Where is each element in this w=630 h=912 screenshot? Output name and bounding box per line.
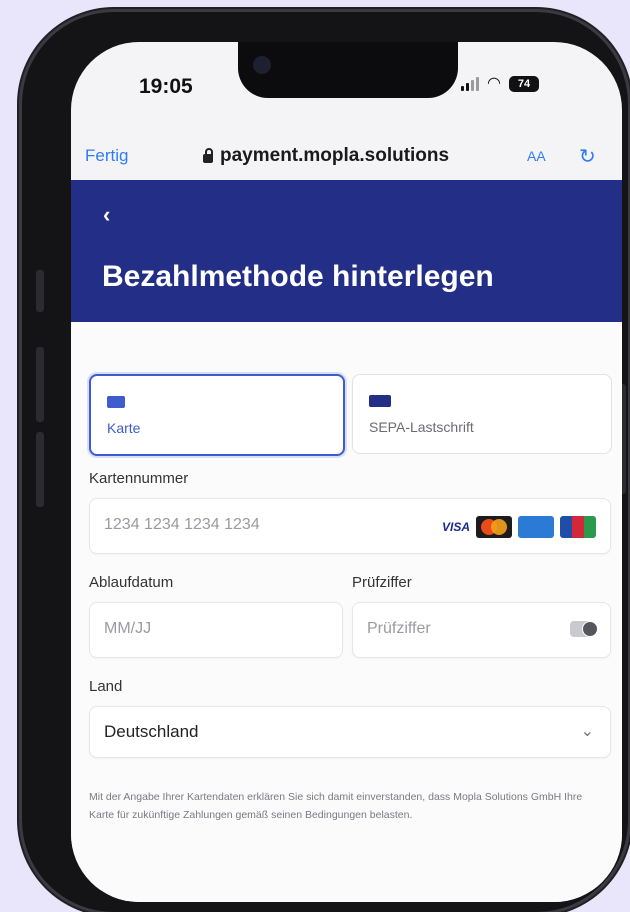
address-bar[interactable]: payment.mopla.solutions (203, 145, 449, 167)
card-number-input[interactable]: 1234 1234 1234 1234 VISA (89, 498, 611, 554)
expiry-placeholder: MM/JJ (104, 620, 152, 637)
done-button[interactable]: Fertig (85, 146, 128, 166)
page-header: ‹ Bezahlmethode hinterlegen (71, 180, 622, 322)
mute-switch (36, 270, 44, 312)
cvc-placeholder: Prüfziffer (367, 620, 431, 637)
volume-down-button (36, 432, 44, 507)
cvc-input[interactable]: Prüfziffer (352, 602, 611, 658)
notch (238, 42, 458, 98)
jcb-icon (560, 516, 596, 538)
cvc-icon (570, 621, 598, 637)
country-value: Deutschland (104, 722, 199, 741)
status-icons: ◠ 74 (461, 76, 539, 92)
url-text: payment.mopla.solutions (220, 145, 450, 166)
page-title: Bezahlmethode hinterlegen (102, 260, 494, 293)
tab-sepa[interactable]: SEPA-Lastschrift (352, 374, 612, 454)
bank-icon (369, 395, 391, 407)
payment-form: Karte SEPA-Lastschrift Kartennummer 1234… (71, 322, 622, 902)
phone-screen: 19:05 ◠ 74 Fertig payment.mopla.solution… (71, 42, 622, 902)
mastercard-icon (476, 516, 512, 538)
battery-icon: 74 (508, 76, 539, 92)
card-brands: VISA (442, 516, 596, 538)
tab-card[interactable]: Karte (89, 374, 345, 456)
lock-icon (203, 147, 213, 163)
signal-icon (461, 77, 479, 91)
browser-toolbar: Fertig payment.mopla.solutions AA ↻ (71, 134, 622, 178)
chevron-down-icon: ⌄ (580, 723, 594, 740)
country-select[interactable]: Deutschland ⌄ (89, 706, 611, 758)
reload-icon[interactable]: ↻ (579, 144, 596, 169)
phone-frame: 19:05 ◠ 74 Fertig payment.mopla.solution… (22, 12, 628, 912)
card-number-placeholder: 1234 1234 1234 1234 (104, 516, 260, 533)
wifi-icon: ◠ (487, 75, 501, 92)
card-number-label: Kartennummer (89, 470, 189, 487)
front-camera (253, 56, 271, 74)
text-size-button[interactable]: AA (527, 148, 546, 164)
visa-icon: VISA (441, 520, 470, 534)
volume-up-button (36, 347, 44, 422)
legal-text: Mit der Angabe Ihrer Kartendaten erkläre… (89, 791, 583, 821)
cvc-label: Prüfziffer (352, 574, 412, 591)
country-label: Land (89, 678, 123, 695)
card-icon (107, 396, 125, 408)
tab-sepa-label: SEPA-Lastschrift (369, 419, 474, 435)
tab-card-label: Karte (107, 420, 141, 436)
chevron-left-icon[interactable]: ‹ (103, 202, 110, 228)
status-time: 19:05 (139, 75, 193, 98)
expiry-input[interactable]: MM/JJ (89, 602, 343, 658)
expiry-label: Ablaufdatum (89, 574, 174, 591)
amex-icon (518, 516, 554, 538)
